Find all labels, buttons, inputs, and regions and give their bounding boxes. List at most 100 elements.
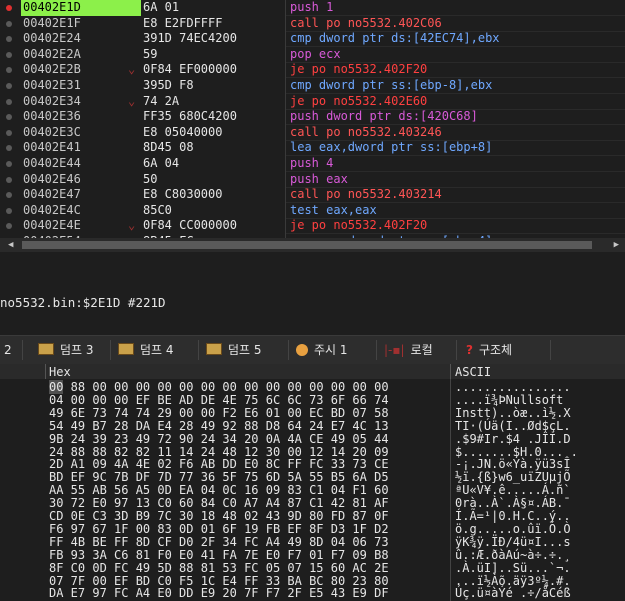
scroll-left-arrow-icon[interactable]: ◀ (8, 240, 13, 250)
instruction-text: test eax,eax (290, 203, 377, 219)
tab-3[interactable]: 덤프 4 (118, 339, 174, 361)
ascii-row[interactable]: ö.g.....o.ûï.Ó.Ò (455, 522, 571, 536)
instruction-address: 00402E1F (23, 15, 81, 30)
hex-row[interactable]: FB 93 3A C6 81 F0 E0 41 FA 7E E0 F7 01 F… (49, 548, 389, 562)
breakpoint-slot-icon[interactable] (6, 207, 12, 214)
instruction-operands: 1 (318, 0, 334, 14)
disasm-row[interactable]: 00402E4E ⌄ 0F84 CC000000 je po no5532.402F2… (0, 218, 625, 235)
disasm-row[interactable]: 00402E24 391D 74EC4200 cmp dword ptr ds:[4… (0, 31, 625, 48)
breakpoint-slot-icon[interactable] (6, 114, 12, 121)
breakpoint-slot-icon[interactable] (6, 223, 12, 230)
disasm-row[interactable]: 00402E4C 85C0 test eax,eax (0, 203, 625, 219)
dump-icon (38, 343, 54, 355)
ascii-row[interactable]: Instt)..òæ..ì½.X (455, 406, 571, 420)
instruction-mnemonic: push (290, 171, 319, 186)
hex-row[interactable]: 9B 24 39 23 49 72 90 24 34 20 0A 4A CE 4… (49, 432, 389, 446)
breakpoint-slot-icon[interactable] (6, 192, 12, 199)
breakpoint-slot-icon[interactable] (6, 176, 12, 183)
scroll-right-arrow-icon[interactable]: ▶ (614, 240, 619, 250)
hex-row[interactable]: 49 6E 73 74 74 29 00 00 F2 E6 01 00 EC B… (49, 406, 389, 420)
breakpoint-slot-icon[interactable] (6, 98, 12, 105)
scrollbar-thumb[interactable] (22, 241, 592, 249)
ascii-row[interactable]: Úç.ü¤àÝé .÷/åCéß (455, 587, 571, 600)
breakpoint-slot-icon[interactable] (6, 129, 12, 136)
tab-label: 주시 1 (314, 343, 348, 357)
instruction-operands: eax,eax (318, 202, 377, 217)
instruction-operands: eax,dword ptr ss:[ebp+8] (311, 140, 493, 155)
hex-dump-view[interactable]: Hex ASCII 00 88 00 00 00 00 00 00 00 00 … (0, 364, 625, 601)
hex-row[interactable]: 04 00 00 00 EF BE AD DE 4E 75 6C 6C 73 6… (49, 393, 389, 407)
instruction-mnemonic: je (290, 218, 305, 233)
disasm-row[interactable]: 00402E3C E8 05040000 call po no5532.403246 (0, 125, 625, 141)
tab-2[interactable]: 덤프 3 (38, 339, 94, 361)
hex-row[interactable]: 00 88 00 00 00 00 00 00 00 00 00 00 00 0… (49, 380, 389, 394)
disasm-row[interactable]: 00402E1D 6A 01 push 1 (0, 0, 625, 16)
tab-7[interactable]: ? 구조체 (466, 339, 512, 361)
info-pane: no5532.bin:$2E1D #221D (0, 252, 625, 335)
ascii-row[interactable]: ÿK¾ÿ.ÏÐ/4ü¤I...s (455, 535, 571, 549)
disasm-row[interactable]: 00402E44 6A 04 push 4 (0, 156, 625, 172)
hex-row[interactable]: DA E7 97 FC A4 E0 DD E9 20 7F F7 2F E5 4… (49, 587, 389, 600)
ascii-row[interactable]: û.:Æ.ðàAú~à÷.÷.¸ (455, 548, 571, 562)
ascii-row[interactable]: .À.üI]..Sü...`¬. (455, 561, 571, 575)
hex-row[interactable]: CD 0E C3 3D B9 7C 30 18 48 02 43 9D 80 F… (49, 510, 389, 523)
disasm-row[interactable]: 00402E47 E8 C8030000 call po no5532.403214 (0, 187, 625, 204)
breakpoint-slot-icon[interactable] (6, 145, 12, 152)
instruction-mnemonic: je (290, 93, 305, 108)
instruction-mnemonic: pop (290, 46, 312, 61)
instruction-operands: 4 (318, 155, 334, 170)
jump-arrow-icon: ⌄ (128, 93, 136, 108)
ascii-row[interactable]: .$9#Ir.$4 .JÎI.D (455, 432, 571, 446)
breakpoint-slot-icon[interactable] (6, 51, 12, 58)
instruction-text: cmp dword ptr ss:[ebp-8],ebx (290, 78, 492, 94)
disasm-row[interactable]: 00402E2B ⌄ 0F84 EF000000 je po no5532.402F2… (0, 62, 625, 79)
instruction-bytes: E8 E2FDFFFF (143, 15, 223, 30)
tab-5[interactable]: 주시 1 (296, 339, 348, 361)
breakpoint-slot-icon[interactable] (6, 36, 12, 43)
ascii-row[interactable]: ....ï¾­ÞNullsoft (455, 393, 563, 407)
breakpoint-slot-icon[interactable] (6, 20, 12, 27)
ascii-row[interactable]: TI·(Úä(I..Ød$çL. (455, 419, 571, 433)
breakpoint-slot-icon[interactable] (6, 82, 12, 89)
hex-column-header: Hex (49, 365, 71, 379)
hex-row[interactable]: F6 97 67 1F 00 83 0D 01 6F 19 FB EF 8F D… (49, 522, 389, 536)
tab-1[interactable]: 2 (4, 339, 12, 361)
disasm-row[interactable]: 00402E46 50 push eax (0, 172, 625, 188)
instruction-operands: po no5532.402F20 (304, 218, 428, 233)
disasm-row[interactable]: 00402E1F E8 E2FDFFFF call po no5532.402C06 (0, 16, 625, 32)
disasm-row[interactable]: 00402E41 8D45 08 lea eax,dword ptr ss:[ebp… (0, 140, 625, 157)
jump-arrow-icon: ⌄ (128, 62, 136, 77)
instruction-address: 00402E41 (23, 140, 81, 155)
horizontal-scrollbar[interactable]: ◀ ▶ (0, 238, 625, 252)
hex-row[interactable]: 8F C0 0D FC 49 5D 88 81 53 FC 05 07 15 6… (49, 561, 389, 575)
ascii-row[interactable]: ................ (455, 381, 571, 394)
breakpoint-icon[interactable] (6, 5, 12, 11)
instruction-operands: po no5532.402F20 (304, 62, 428, 77)
instruction-address: 00402E2A (23, 46, 81, 61)
instruction-operands: po no5532.403246 (318, 124, 442, 139)
tab-6[interactable]: |-▪| 로컬 (384, 339, 433, 361)
instruction-operands: dword ptr ss:[ebp-8],ebx (311, 77, 493, 92)
disasm-row[interactable]: 00402E2A 59 pop ecx (0, 47, 625, 63)
instruction-mnemonic: push (290, 155, 319, 170)
hex-row[interactable]: FF 4B BE FF 8D CF D0 2F 34 FC A4 49 8D 0… (49, 535, 389, 549)
breakpoint-slot-icon[interactable] (6, 67, 12, 74)
disassembly-view[interactable]: 00402E1D 6A 01 push 1 00402E1F E8 E2FDFFFF ca… (0, 0, 625, 238)
breakpoint-slot-icon[interactable] (6, 160, 12, 167)
instruction-text: push 1 (290, 0, 333, 16)
instruction-bytes: E8 05040000 (143, 124, 223, 139)
hex-row[interactable]: 54 49 B7 28 DA E4 28 49 92 88 D8 64 24 E… (49, 419, 389, 433)
instruction-text: call po no5532.403214 (290, 187, 442, 203)
tab-4[interactable]: 덤프 5 (206, 339, 262, 361)
instruction-bytes: 59 (143, 46, 158, 61)
disasm-row[interactable]: 00402E31 395D F8 cmp dword ptr ss:[ebp-8],… (0, 78, 625, 94)
instruction-operands: eax (318, 171, 348, 186)
disasm-row[interactable]: 00402E36 FF35 680C4200 push dword ptr ds:[… (0, 109, 625, 126)
disasm-row[interactable]: 00402E34 ⌄ 74 2A je po no5532.402E60 (0, 94, 625, 110)
instruction-text: pop ecx (290, 47, 341, 63)
hex-header: Hex ASCII (0, 364, 625, 379)
instruction-address: 00402E46 (23, 171, 81, 186)
instruction-bytes: 85C0 (143, 202, 172, 217)
instruction-mnemonic: call (290, 15, 319, 30)
ascii-row[interactable]: Í.Ã=¹|0.H.C..ý.. (455, 510, 571, 523)
